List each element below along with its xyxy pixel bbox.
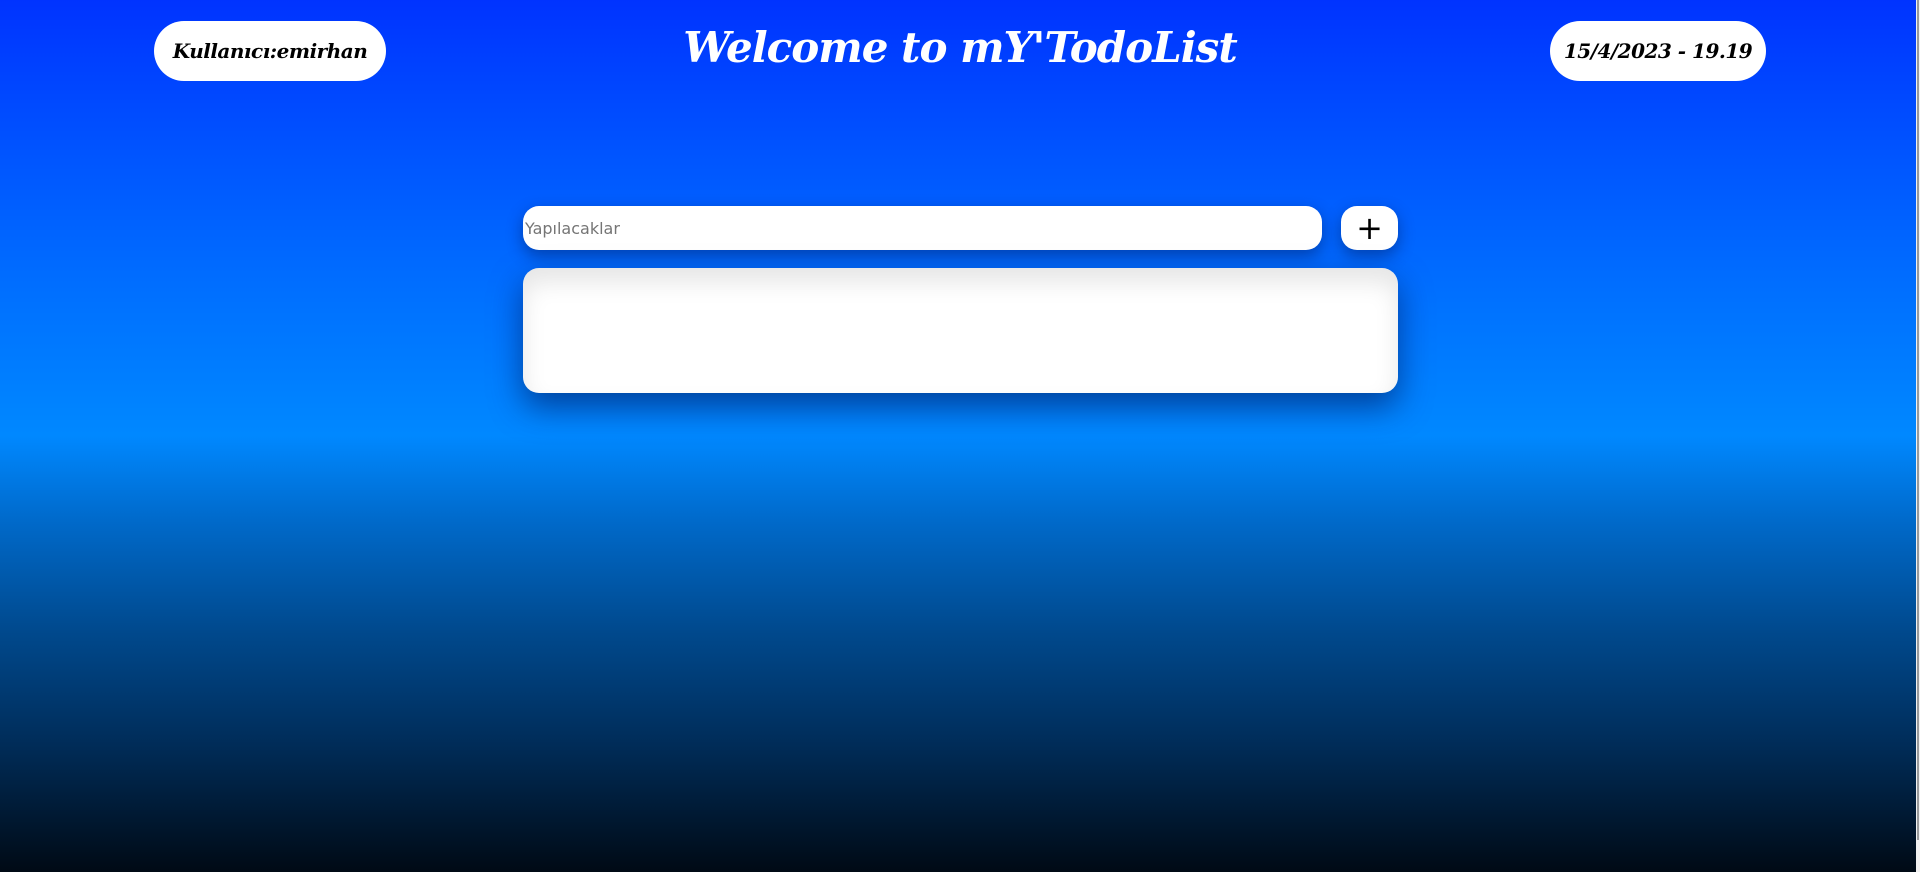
todo-input[interactable]: [523, 206, 1322, 250]
plus-icon: +: [1356, 209, 1383, 247]
todo-list: [523, 268, 1398, 393]
add-todo-button[interactable]: +: [1341, 206, 1398, 250]
scrollbar-thumb[interactable]: [1917, 0, 1919, 840]
datetime-label: 15/4/2023 - 19.19: [1563, 39, 1753, 63]
scrollbar-track[interactable]: [1916, 0, 1920, 872]
datetime-badge: 15/4/2023 - 19.19: [1550, 21, 1766, 81]
